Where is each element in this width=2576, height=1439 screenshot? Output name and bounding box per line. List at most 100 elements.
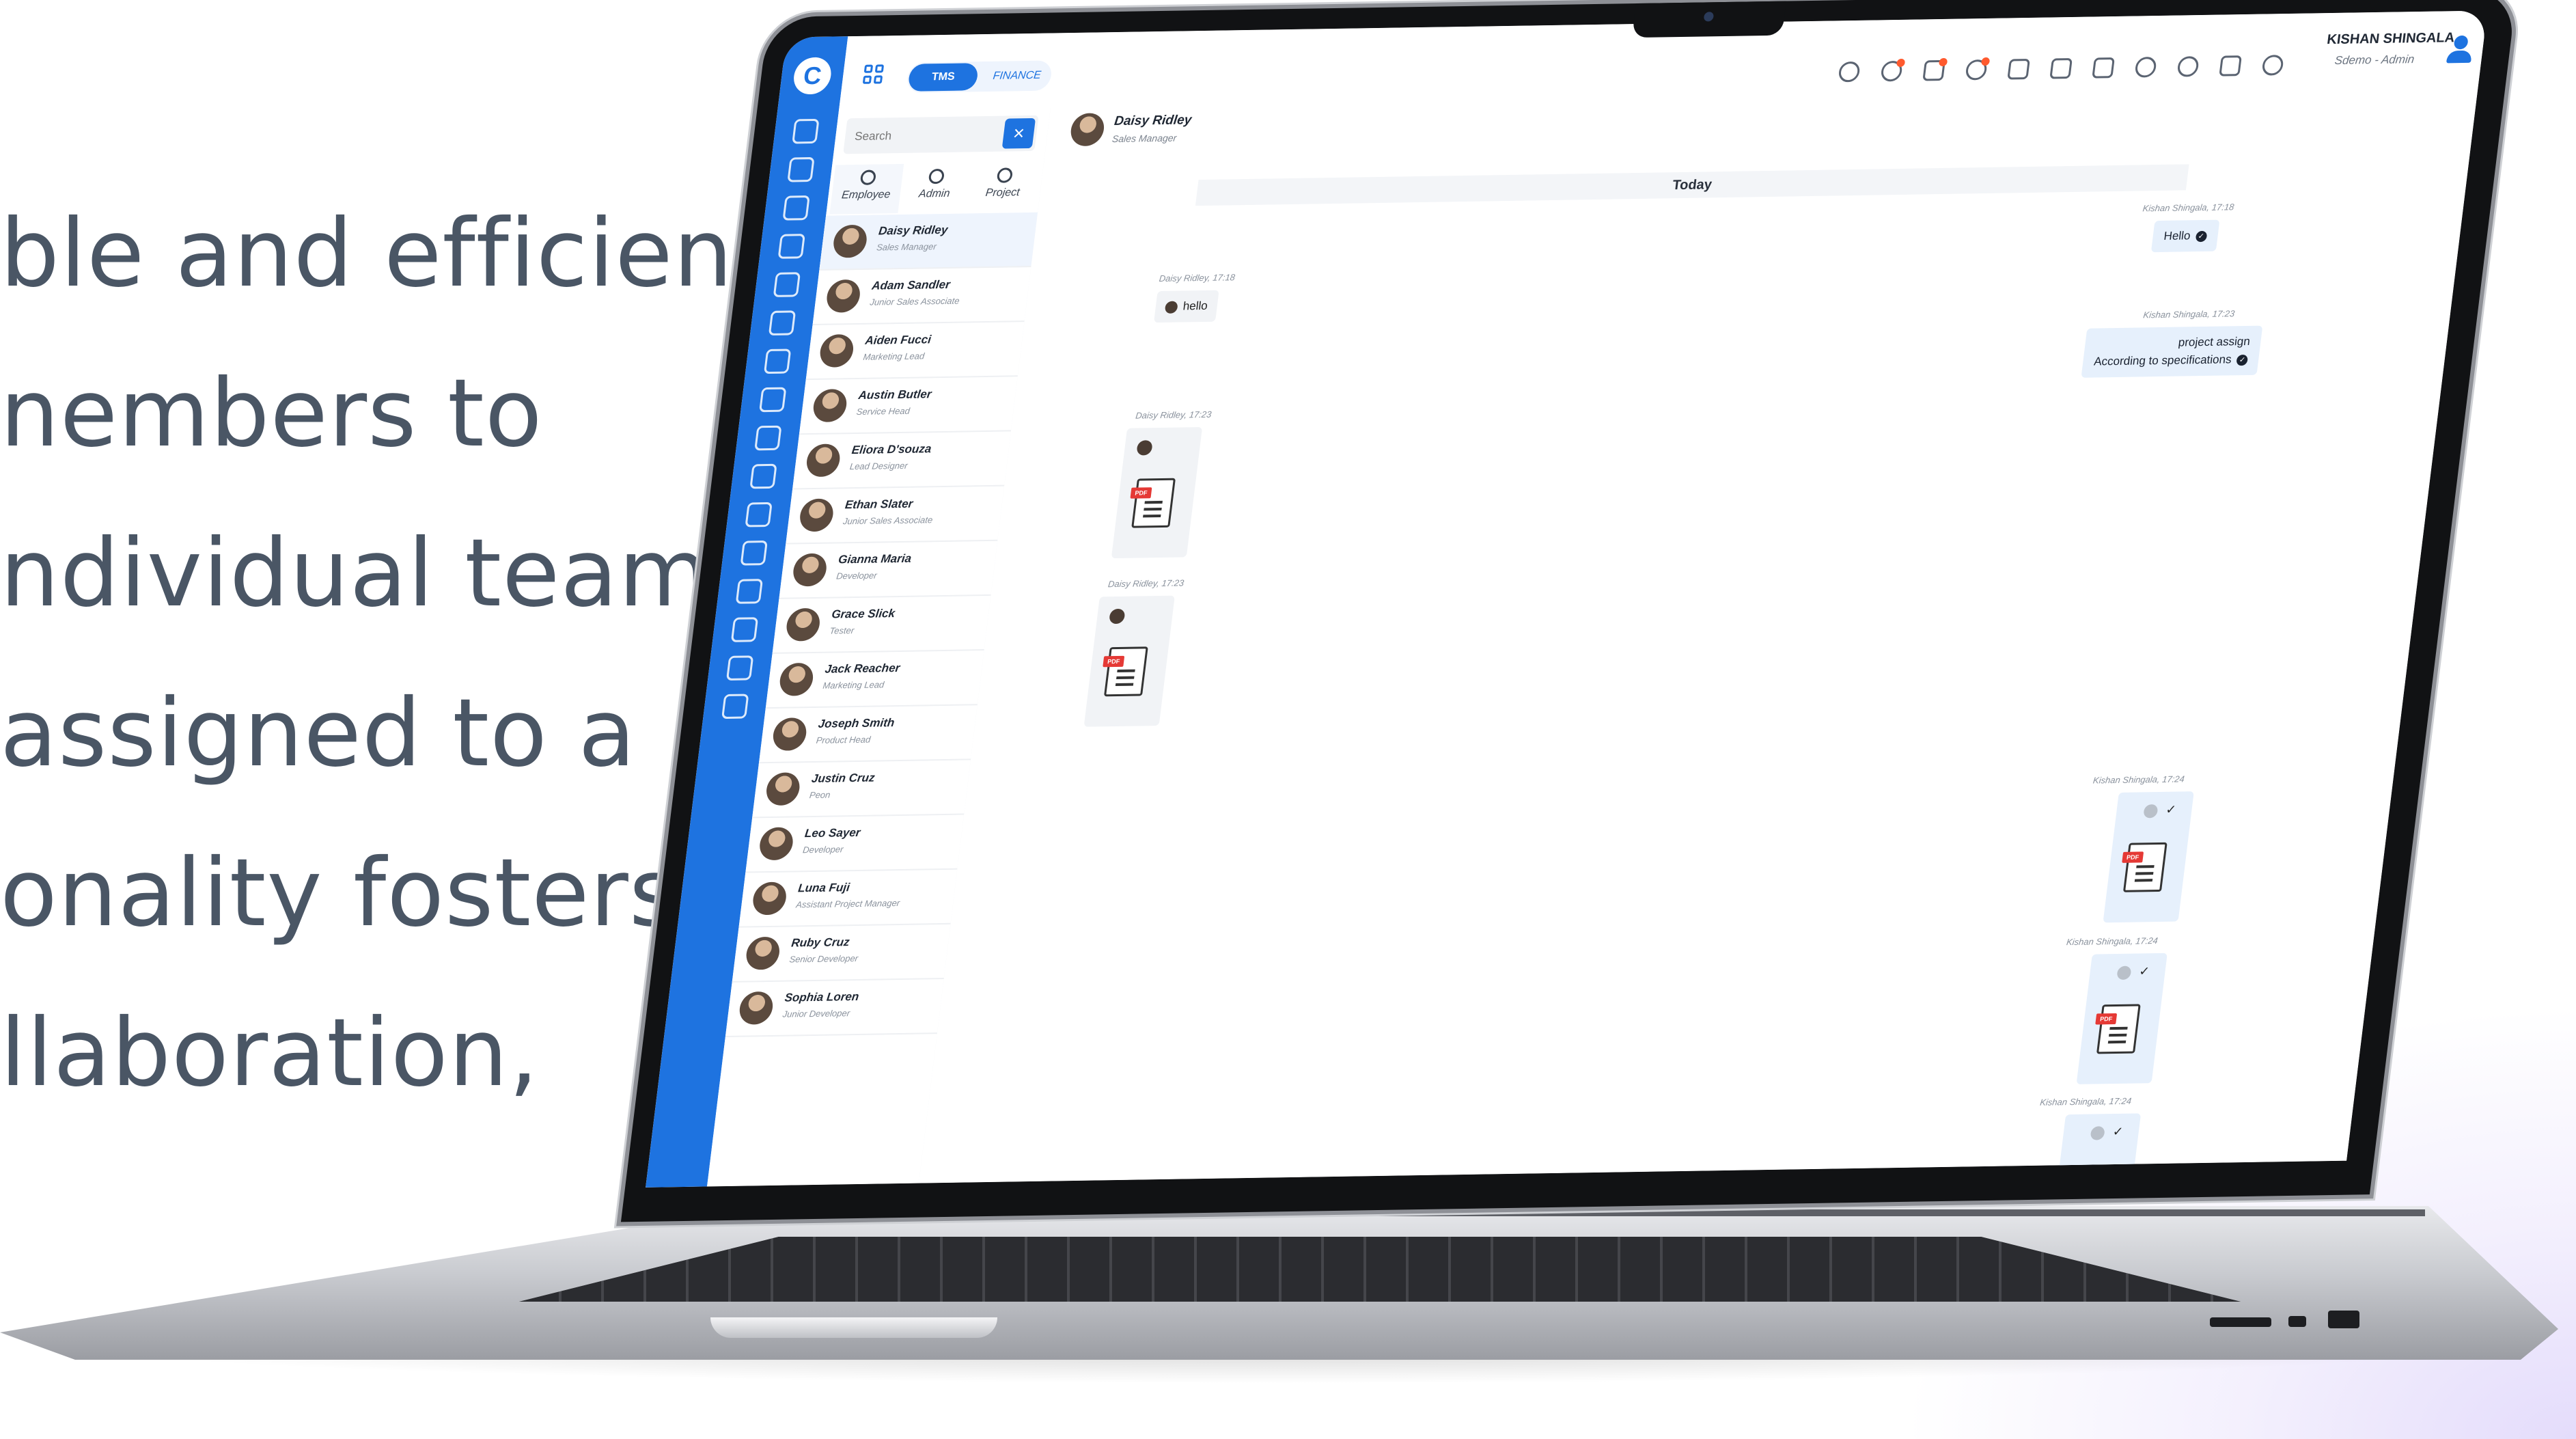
search-icon[interactable] [1838, 61, 1861, 83]
contact-name: Justin Cruz [810, 771, 876, 786]
list-item[interactable]: Luna Fuji Assistant Project Manager [738, 869, 958, 928]
pdf-icon: PDF [2068, 1164, 2115, 1188]
admin-icon [928, 168, 945, 184]
contact-role: Junior Sales Associate [842, 515, 934, 527]
message-bubble-out[interactable]: project assign According to specificatio… [2081, 325, 2263, 378]
list-item[interactable]: Austin Butler Service Head [799, 376, 1018, 435]
list-item[interactable]: Adam Sandler Junior Sales Associate [812, 266, 1031, 325]
list-item[interactable]: Jack Reacher Marketing Lead [765, 650, 984, 709]
building-icon[interactable] [782, 195, 810, 221]
document-icon[interactable] [754, 425, 782, 451]
message-bubble-out[interactable]: Hello ✓ [2150, 219, 2220, 253]
dashboard-icon[interactable] [777, 234, 805, 259]
pdf-icon: PDF [1130, 478, 1176, 528]
file-attachment[interactable]: ✓ PDF [2076, 953, 2168, 1084]
support-icon[interactable] [740, 540, 768, 566]
message-icon[interactable] [1965, 57, 1991, 81]
contact-role: Product Head [815, 734, 872, 745]
sd-port [2210, 1317, 2271, 1327]
list-item[interactable]: Joseph Smith Product Head [758, 705, 978, 764]
contact-name: Jack Reacher [824, 661, 901, 676]
apps-grid-icon[interactable] [862, 64, 887, 87]
contact-name: Grace Slick [831, 607, 896, 621]
list-item[interactable]: Ethan Slater Junior Sales Associate [786, 486, 1005, 545]
module-toggle[interactable]: TMS FINANCE [906, 60, 1053, 93]
message-meta: Kishan Shingala, 17:24 [2039, 1095, 2133, 1108]
file-attachment[interactable]: PDF [1083, 595, 1175, 727]
user-icon[interactable] [763, 348, 792, 374]
team-icon[interactable] [768, 310, 797, 336]
search-input[interactable] [842, 115, 1009, 156]
employee-icon [859, 169, 877, 185]
home-icon[interactable] [792, 118, 820, 144]
pdf-icon: PDF [2095, 1004, 2141, 1054]
list-item[interactable]: Aiden Fucci Marketing Lead [805, 322, 1025, 381]
search-people-icon[interactable] [749, 463, 777, 489]
list-item[interactable]: Eliora D'souza Lead Designer [792, 431, 1011, 490]
chat-bubbles-icon[interactable] [2176, 56, 2200, 77]
users-icon[interactable] [1922, 57, 1948, 81]
avatar [751, 881, 788, 916]
contact-name: Austin Butler [857, 387, 932, 402]
people-icon[interactable] [787, 156, 815, 182]
app-screen: C TMS FINANCE KISHAN SHINGALA Sdemo - Ad… [646, 10, 2488, 1188]
message-meta: Kishan Shingala, 17:23 [2142, 308, 2236, 320]
check-icon: ✓ [2165, 802, 2177, 817]
contact-name: Aiden Fucci [864, 333, 932, 347]
app-logo[interactable]: C [792, 57, 833, 95]
tab-employee[interactable]: Employee [829, 163, 904, 215]
message-meta: Daisy Ridley, 17:23 [1135, 409, 1213, 421]
avatar[interactable] [2443, 34, 2477, 65]
tablet-icon[interactable] [2092, 57, 2115, 79]
avatar [825, 279, 862, 313]
avatar [818, 334, 855, 368]
filter-icon[interactable] [759, 387, 787, 413]
gear-icon[interactable] [2261, 55, 2284, 76]
usb-port [2288, 1316, 2306, 1327]
user-icon [2116, 965, 2132, 981]
avatar [812, 389, 848, 423]
notification-dot [1896, 58, 1906, 68]
contact-name: Luna Fuji [797, 881, 851, 895]
tab-admin[interactable]: Admin [898, 163, 972, 213]
avatar [805, 443, 842, 478]
tab-label: Admin [918, 187, 951, 200]
lock-icon[interactable] [2219, 55, 2242, 77]
toggle-finance[interactable]: FINANCE [982, 61, 1051, 90]
list-item[interactable]: Sophia Loren Junior Developer [725, 978, 944, 1037]
calendar-icon[interactable] [773, 272, 801, 297]
avatar [744, 936, 781, 970]
list-item[interactable]: Justin Cruz Peon [752, 760, 971, 819]
tab-label: Project [984, 187, 1021, 200]
hdmi-port [2328, 1311, 2359, 1328]
camera-icon [1703, 12, 1715, 22]
close-icon[interactable]: × [1001, 118, 1036, 149]
list-item[interactable]: Ruby Cruz Senior Developer [732, 924, 951, 983]
chevron-down-icon[interactable]: ⌄ [2482, 39, 2487, 57]
list-item[interactable]: Daisy Ridley Sales Manager [819, 212, 1038, 271]
laptop-lid: C TMS FINANCE KISHAN SHINGALA Sdemo - Ad… [620, 0, 2517, 1222]
list-item[interactable]: Leo Sayer Developer [745, 814, 965, 873]
bell-icon[interactable] [1880, 58, 1906, 82]
contact-role: Junior Sales Associate [869, 295, 960, 307]
file-attachment[interactable]: ✓ PDF [2049, 1113, 2142, 1188]
tab-project[interactable]: Project [966, 162, 1040, 213]
avatar [738, 991, 775, 1025]
globe-icon[interactable] [2134, 57, 2157, 78]
list-item[interactable]: Grace Slick Tester [772, 595, 991, 654]
user-name: KISHAN SHINGALA [2326, 30, 2456, 48]
chat-icon[interactable] [730, 617, 759, 642]
bug-icon[interactable] [745, 502, 773, 527]
file-attachment[interactable]: PDF [1111, 427, 1203, 559]
clipboard-icon[interactable] [2049, 58, 2073, 79]
contact-name: Ethan Slater [844, 497, 914, 512]
file-attachment[interactable]: ✓ PDF [2103, 791, 2194, 923]
settings-list-icon[interactable] [721, 694, 749, 720]
message-bubble-in[interactable]: hello [1154, 290, 1219, 323]
report-icon[interactable] [725, 655, 754, 681]
avatar [831, 224, 869, 258]
list-item[interactable]: Gianna Maria Developer [779, 540, 998, 599]
id-card-icon[interactable] [2007, 58, 2030, 80]
link-icon[interactable] [735, 579, 764, 604]
toggle-tms[interactable]: TMS [907, 63, 980, 92]
